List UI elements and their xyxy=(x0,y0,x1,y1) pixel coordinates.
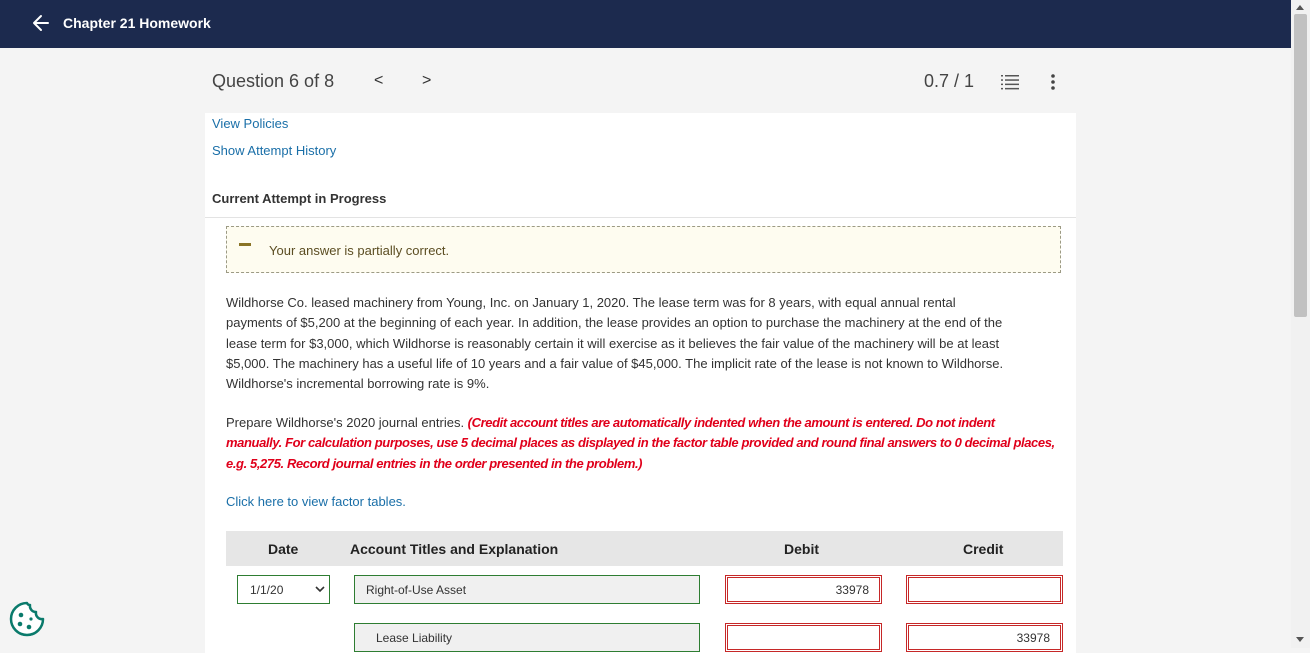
problem-text: Wildhorse Co. leased machinery from Youn… xyxy=(226,293,1071,394)
show-attempt-history-link[interactable]: Show Attempt History xyxy=(212,143,336,158)
account-title-value: Lease Liability xyxy=(376,631,453,645)
column-header-debit: Debit xyxy=(784,541,819,557)
scroll-thumb[interactable] xyxy=(1294,14,1307,317)
attempt-title: Current Attempt in Progress xyxy=(212,191,387,206)
minus-icon xyxy=(239,243,251,246)
problem-line: Wildhorse's incremental borrowing rate i… xyxy=(226,376,490,392)
debit-value: 33978 xyxy=(835,583,869,597)
column-header-date: Date xyxy=(268,541,299,557)
column-header-credit: Credit xyxy=(963,541,1004,557)
instructions-note: (Credit account titles are automatically… xyxy=(467,415,995,430)
top-bar: Chapter 21 Homework xyxy=(0,0,1291,48)
scroll-up-icon[interactable] xyxy=(1296,5,1304,10)
assignment-title[interactable]: Chapter 21 Homework xyxy=(63,15,211,31)
list-icon[interactable] xyxy=(1001,74,1019,90)
question-header: Question 6 of 8 < > 0.7 / 1 xyxy=(212,70,1076,94)
instructions: Prepare Wildhorse's 2020 journal entries… xyxy=(226,413,1071,474)
date-select[interactable]: 1/1/20 xyxy=(237,575,330,604)
problem-line: payments of $5,200 at the beginning of e… xyxy=(226,315,1003,331)
column-header-account: Account Titles and Explanation xyxy=(350,541,559,557)
feedback-text: Your answer is partially correct. xyxy=(269,243,450,258)
question-score: 0.7 / 1 xyxy=(924,71,975,91)
divider xyxy=(205,217,1076,218)
credit-input[interactable] xyxy=(906,575,1063,604)
problem-line: Wildhorse Co. leased machinery from Youn… xyxy=(226,295,956,310)
factor-tables-link[interactable]: Click here to view factor tables. xyxy=(226,494,406,509)
account-title-value: Right-of-Use Asset xyxy=(366,583,467,597)
instructions-lead: Prepare Wildhorse's 2020 journal entries… xyxy=(226,415,468,430)
feedback-banner: Your answer is partially correct. xyxy=(226,226,1061,273)
debit-input[interactable]: 33978 xyxy=(725,575,882,604)
instructions-note: e.g. 5,275. Record journal entries in th… xyxy=(226,455,643,471)
scroll-down-icon[interactable] xyxy=(1296,637,1304,642)
date-value: 1/1/20 xyxy=(250,583,284,597)
view-policies-link[interactable]: View Policies xyxy=(212,116,288,131)
previous-question-button[interactable]: < xyxy=(374,72,383,90)
arrow-left-icon[interactable] xyxy=(31,11,51,35)
problem-line: $5,000. The machinery has a useful life … xyxy=(226,355,1004,371)
instructions-note: manually. For calculation purposes, use … xyxy=(226,435,1055,451)
cookie-icon[interactable] xyxy=(9,601,45,637)
scrollbar[interactable] xyxy=(1291,0,1310,648)
question-number: Question 6 of 8 xyxy=(212,71,335,91)
account-title-input[interactable]: Right-of-Use Asset xyxy=(354,575,700,604)
chevron-down-icon xyxy=(315,586,325,593)
more-vertical-icon[interactable] xyxy=(1050,73,1056,91)
journal-table-header: Date Account Titles and Explanation Debi… xyxy=(226,531,1063,566)
credit-value: 33978 xyxy=(1016,631,1050,645)
problem-line: lease term for $3,000, which Wildhorse i… xyxy=(226,335,1000,351)
next-question-button[interactable]: > xyxy=(422,72,431,90)
question-content: View Policies Show Attempt History Curre… xyxy=(205,113,1076,653)
